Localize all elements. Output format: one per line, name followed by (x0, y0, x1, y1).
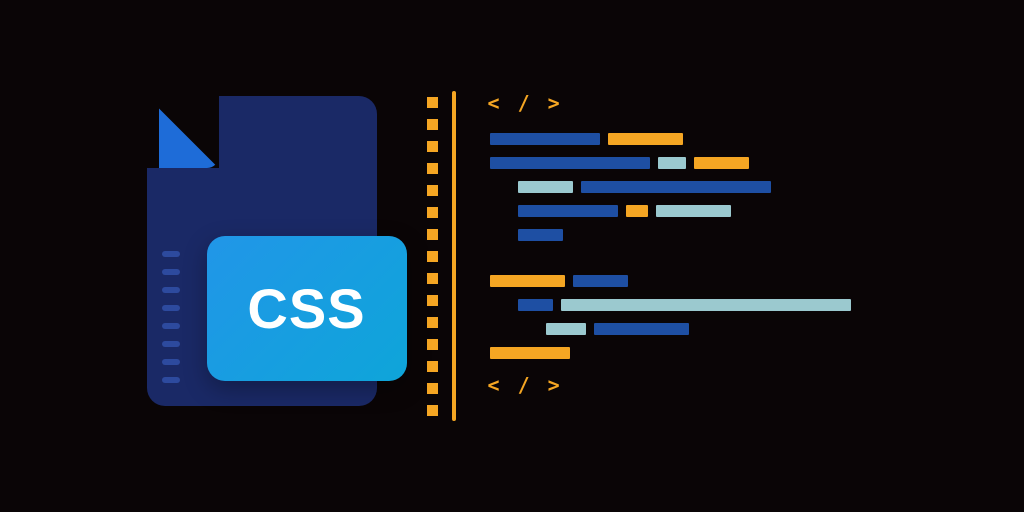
code-line (546, 323, 878, 335)
css-file-icon: CSS (147, 96, 387, 416)
closing-tag-icon: < / > (488, 373, 878, 397)
code-line (518, 229, 878, 241)
code-line (518, 205, 878, 217)
css-illustration: CSS < / > (147, 91, 878, 421)
code-line (518, 299, 878, 311)
code-snippet-illustration: < / > (478, 91, 878, 421)
code-line (490, 275, 878, 287)
file-type-label: CSS (247, 276, 365, 341)
code-line (490, 133, 878, 145)
file-fold-corner (147, 96, 219, 168)
opening-tag-icon: < / > (488, 91, 878, 115)
code-line (490, 157, 878, 169)
code-line (518, 181, 878, 193)
code-lines (490, 133, 878, 359)
dotted-divider (427, 91, 438, 421)
code-line (490, 347, 878, 359)
file-ruled-lines (162, 251, 180, 395)
css-badge: CSS (207, 236, 407, 381)
